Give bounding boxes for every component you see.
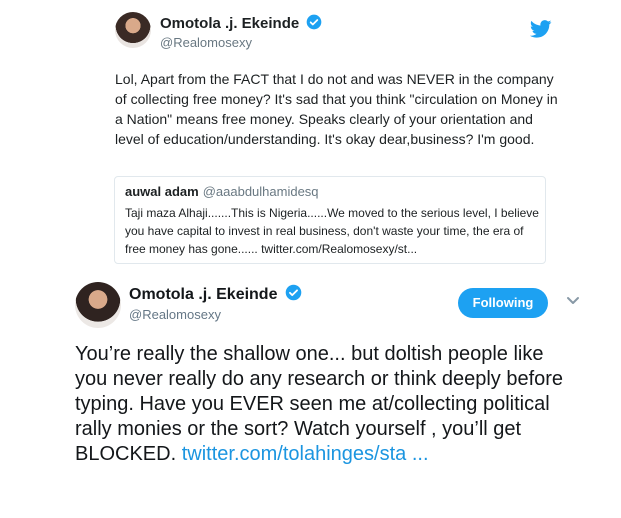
tweet-text: Lol, Apart from the FACT that I do not a…	[115, 71, 558, 147]
author-name-row[interactable]: Omotola .j. Ekeinde	[129, 284, 302, 304]
tweet-link[interactable]: twitter.com/tolahinges/sta ...	[182, 443, 429, 465]
author-handle[interactable]: @Realomosexy	[129, 307, 221, 322]
tweet-text-block: You’re really the shallow one... but dol…	[75, 342, 575, 467]
following-button[interactable]: Following	[458, 288, 548, 318]
author-name-row[interactable]: Omotola .j. Ekeinde	[160, 14, 322, 32]
author-name[interactable]: Omotola .j. Ekeinde	[160, 15, 299, 32]
author-handle[interactable]: @Realomosexy	[160, 35, 252, 50]
main-tweet: Omotola .j. Ekeinde @Realomosexy Followi…	[58, 272, 613, 518]
quoted-author-row: auwal adam @aaabdulhamidesq	[125, 184, 319, 199]
verified-badge-icon	[307, 14, 322, 30]
verified-badge-icon	[285, 284, 302, 301]
avatar[interactable]	[115, 12, 151, 48]
twitter-bird-icon[interactable]	[530, 20, 552, 38]
quoted-author-handle: @aaabdulhamidesq	[202, 184, 319, 199]
quoted-tweet-text: Taji maza Alhaji.......This is Nigeria..…	[125, 206, 539, 256]
quoted-author-name: auwal adam	[125, 184, 199, 199]
avatar[interactable]	[75, 282, 121, 328]
author-name[interactable]: Omotola .j. Ekeinde	[129, 286, 277, 303]
quoted-tweet[interactable]: auwal adam @aaabdulhamidesq Taji maza Alh…	[114, 176, 546, 264]
embedded-tweet-card: Omotola .j. Ekeinde @Realomosexy Lol, Ap…	[98, 8, 568, 272]
chevron-down-icon[interactable]	[566, 296, 580, 306]
